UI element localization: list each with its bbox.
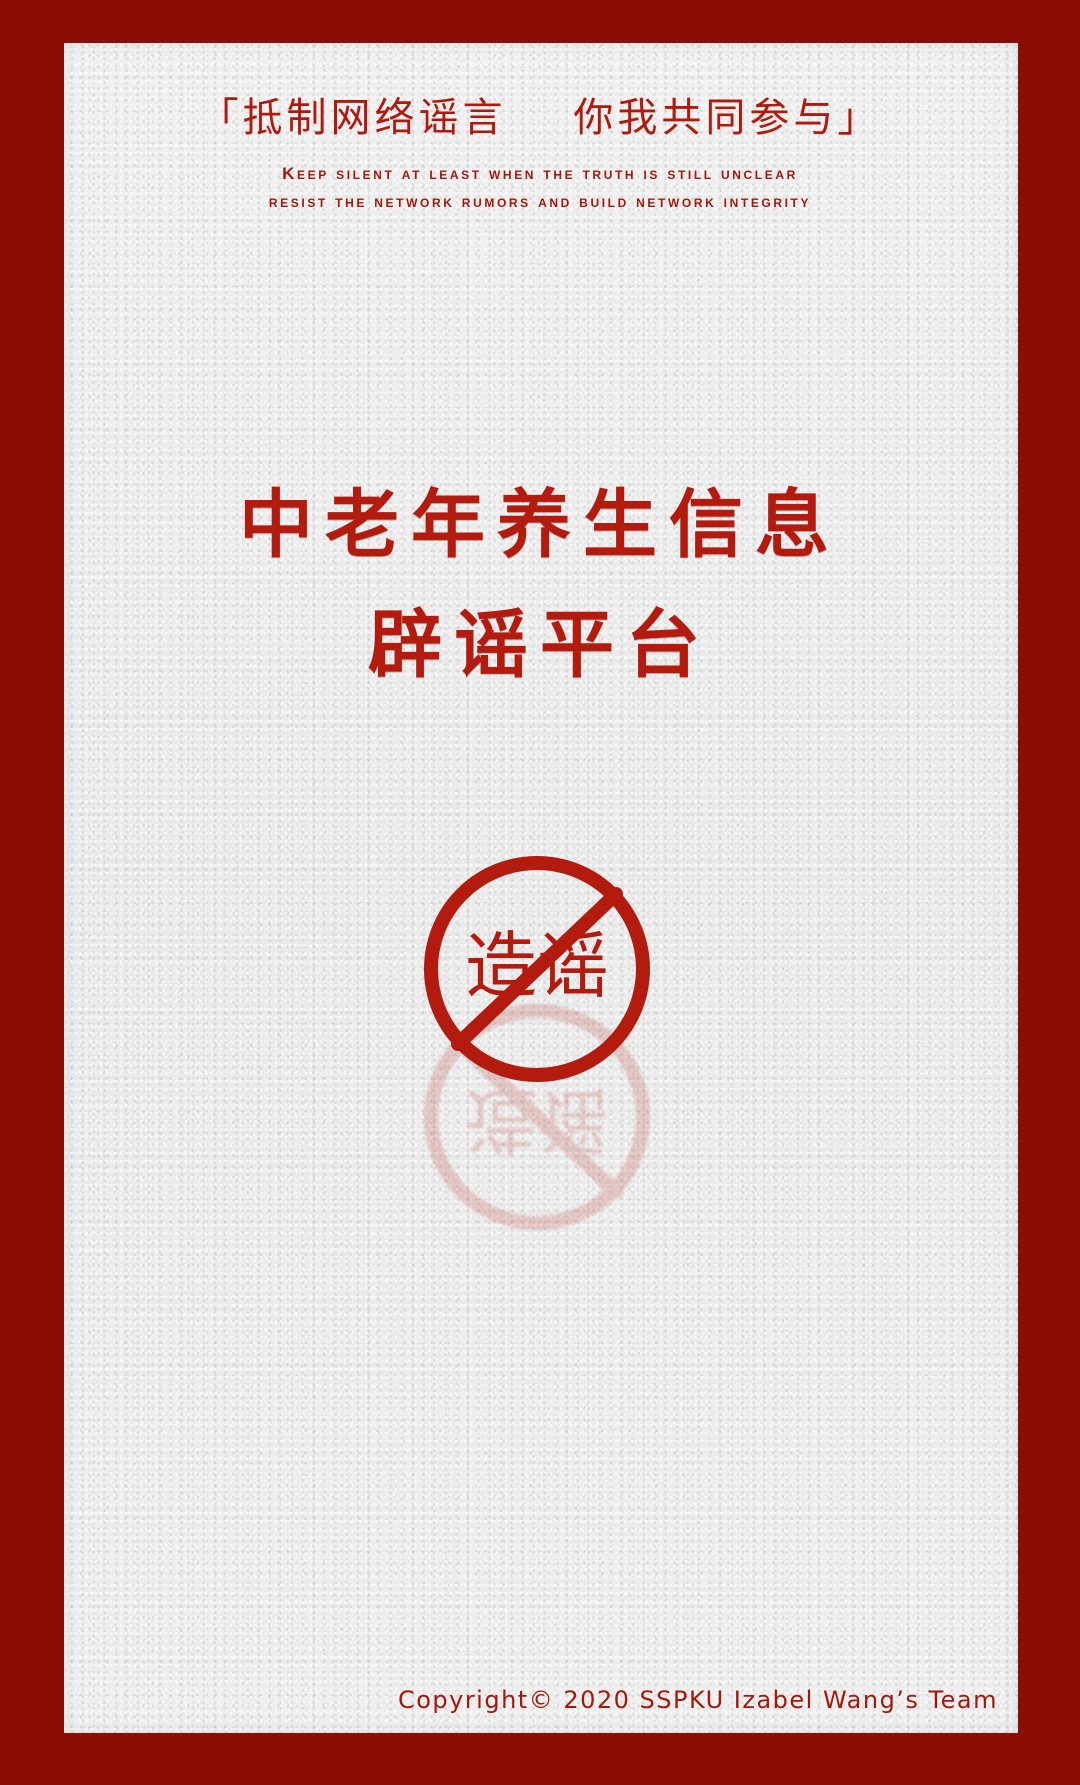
- english-subline-1: Keep silent at least when the truth is s…: [282, 164, 798, 183]
- page-title-line-1: 中老年养生信息: [239, 482, 841, 568]
- copyright-text: Copyright© 2020 SSPKU Izabel Wang’s Team: [397, 1686, 998, 1714]
- english-subline-2: resist the network rumors and build netw…: [268, 192, 812, 211]
- slogan-text: 「抵制网络谣言 你我共同参与」: [198, 95, 882, 141]
- stamp-reflection-icon: 造谣: [424, 1004, 650, 1230]
- page-title-line-2: 辟谣平台: [368, 602, 712, 688]
